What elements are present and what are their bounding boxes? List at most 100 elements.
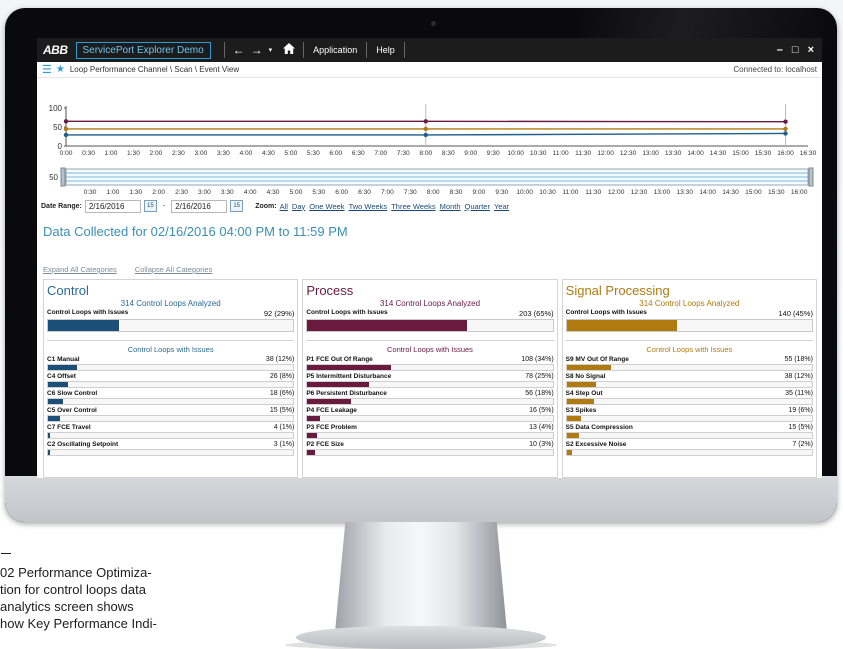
sub-header: Control Loops with Issues	[306, 340, 554, 354]
summary-bar	[48, 320, 120, 331]
x-tick-label: 12:30	[620, 150, 637, 157]
zoom-label: Zoom:	[255, 202, 277, 210]
navigator-handle-left	[60, 167, 66, 187]
expand-all-link[interactable]: Expand All Categories	[43, 265, 117, 274]
hamburger-menu-icon[interactable]: ☰	[42, 63, 52, 76]
issue-label: S4 Step Out	[565, 390, 603, 397]
issue-bar-track	[47, 364, 295, 371]
issue-item[interactable]: C6 Slow Control 18 (6%)	[47, 390, 295, 405]
zoom-two-weeks-link[interactable]: Two Weeks	[349, 202, 388, 211]
issue-value: 13 (4%)	[529, 424, 554, 431]
issue-item[interactable]: C4 Offset 26 (8%)	[47, 373, 295, 388]
issue-label: C1 Manual	[47, 356, 80, 363]
issue-value: 7 (2%)	[792, 441, 813, 448]
panel-title[interactable]: Process	[306, 283, 553, 298]
chevron-down-icon[interactable]: ▾	[269, 46, 273, 54]
panel-title[interactable]: Control	[47, 283, 294, 298]
breadcrumb-bar: ☰ ★ Loop Performance Channel \ Scan \ Ev…	[37, 62, 822, 78]
x-tick-label: 3:00	[194, 150, 207, 157]
collected-title: Data Collected for 02/16/2016 04:00 PM t…	[43, 224, 348, 239]
category-panels: Control 314 Control Loops Analyzed Contr…	[43, 279, 817, 478]
home-icon[interactable]	[283, 43, 296, 57]
issue-value: 18 (6%)	[269, 390, 295, 397]
date-range-row: Date Range: 15 - 15 Zoom: All Day One We…	[41, 198, 821, 214]
category-controls: Expand All Categories Collapse All Categ…	[43, 265, 212, 274]
menu-application[interactable]: Application	[309, 45, 361, 55]
close-button[interactable]: ×	[808, 44, 814, 56]
x-tick-label: 2:30	[172, 150, 185, 157]
zoom-all-link[interactable]: All	[280, 202, 288, 211]
breadcrumb[interactable]: Loop Performance Channel \ Scan \ Event …	[70, 65, 239, 74]
issue-row: S3 Spikes 19 (6%)	[566, 407, 813, 414]
maximize-button[interactable]: □	[792, 44, 799, 56]
navigator-x-label: 6:00	[335, 189, 348, 196]
panel-process: Process 314 Control Loops Analyzed Contr…	[302, 279, 558, 478]
issue-item[interactable]: P6 Persistent Disturbance 56 (18%)	[306, 390, 554, 405]
favorite-star-icon[interactable]: ★	[56, 64, 65, 75]
issue-item[interactable]: S3 Spikes 19 (6%)	[565, 407, 813, 422]
issue-item[interactable]: S4 Step Out 35 (11%)	[565, 390, 813, 405]
app-title-button[interactable]: ServicePort Explorer Demo	[75, 41, 211, 59]
issue-item[interactable]: S2 Excessive Noise 7 (2%)	[565, 441, 813, 456]
zoom-three-weeks-link[interactable]: Three Weeks	[391, 202, 435, 211]
zoom-month-link[interactable]: Month	[440, 202, 461, 211]
issue-row: C4 Offset 26 (8%)	[47, 373, 294, 380]
issue-item[interactable]: P5 Intermittent Disturbance 78 (25%)	[306, 373, 554, 388]
trend-chart-svg[interactable]: 1005000:00 0:30 1:00 1:30 2:00 2:30 3:00 3:30 4:…	[37, 78, 822, 198]
summary-value: 140 (45%)	[778, 309, 813, 318]
issue-row: C1 Manual 38 (12%)	[47, 356, 294, 363]
issue-row: C7 FCE Travel 4 (1%)	[47, 424, 294, 431]
navigator-x-label: 4:00	[244, 189, 257, 196]
issue-bar-track	[306, 415, 554, 422]
issue-bar	[307, 399, 352, 404]
issue-bar	[48, 450, 51, 455]
date-from-input[interactable]	[84, 199, 141, 213]
issue-item[interactable]: S8 No Signal 38 (12%)	[565, 373, 813, 388]
navigator-x-label: 2:00	[152, 189, 165, 196]
issue-item[interactable]: C7 FCE Travel 4 (1%)	[47, 424, 295, 439]
panel-signal-processing: Signal Processing 314 Control Loops Anal…	[561, 279, 817, 478]
x-tick-label: 16:30	[800, 150, 817, 157]
issue-item[interactable]: C5 Over Control 15 (5%)	[47, 407, 295, 422]
issue-label: P1 FCE Out Of Range	[306, 356, 373, 363]
navigator-x-label: 5:00	[289, 189, 302, 196]
x-tick-label: 4:00	[239, 150, 252, 157]
issue-item[interactable]: P3 FCE Problem 13 (4%)	[306, 424, 554, 439]
forward-arrow-icon[interactable]: →	[251, 43, 263, 57]
collapse-all-link[interactable]: Collapse All Categories	[135, 265, 213, 274]
issue-item[interactable]: S9 MV Out Of Range 55 (18%)	[565, 356, 813, 371]
issue-label: C2 Oscillating Setpoint	[47, 441, 119, 448]
issue-bar	[307, 416, 320, 421]
series-point	[783, 126, 788, 132]
zoom-quarter-link[interactable]: Quarter	[465, 202, 490, 211]
menu-help[interactable]: Help	[372, 45, 399, 55]
calendar-icon[interactable]: 15	[230, 200, 244, 212]
issue-item[interactable]: P4 FCE Leakage 16 (5%)	[306, 407, 554, 422]
divider	[366, 42, 368, 58]
date-to-input[interactable]	[171, 199, 228, 213]
zoom-year-link[interactable]: Year	[494, 202, 509, 211]
issue-bar	[566, 416, 582, 421]
zoom-one-week-link[interactable]: One Week	[309, 202, 344, 211]
minimize-button[interactable]: –	[777, 44, 783, 56]
issue-bar-track	[565, 364, 813, 371]
issue-item[interactable]: S5 Data Compression 15 (5%)	[565, 424, 813, 439]
issue-bar-track	[47, 449, 295, 456]
panel-title[interactable]: Signal Processing	[566, 283, 813, 298]
x-tick-label: 1:30	[127, 150, 140, 157]
issue-label: S8 No Signal	[565, 373, 606, 380]
navigator-x-label: 16:00	[791, 189, 808, 196]
issue-row: S5 Data Compression 15 (5%)	[566, 424, 813, 431]
issue-list: C1 Manual 38 (12%) C4 Offset 26 (8%) C6 Slow…	[47, 356, 295, 456]
issue-item[interactable]: C2 Oscillating Setpoint 3 (1%)	[47, 441, 295, 456]
issue-item[interactable]: P2 FCE Size 10 (3%)	[306, 441, 554, 456]
trend-chart[interactable]: 100 50 0 0:00 0:30 1:00 1:30 2:00 2:30 3:00 3:30 4:…	[37, 78, 822, 198]
divider	[223, 42, 225, 58]
calendar-icon[interactable]: 15	[143, 200, 157, 212]
zoom-day-link[interactable]: Day	[292, 202, 305, 211]
issue-item[interactable]: P1 FCE Out Of Range 108 (34%)	[306, 356, 554, 371]
navigator-x-label: 15:30	[768, 189, 785, 196]
issue-item[interactable]: C1 Manual 38 (12%)	[47, 356, 295, 371]
back-arrow-icon[interactable]: ←	[233, 43, 245, 57]
issue-value: 19 (6%)	[788, 407, 813, 414]
